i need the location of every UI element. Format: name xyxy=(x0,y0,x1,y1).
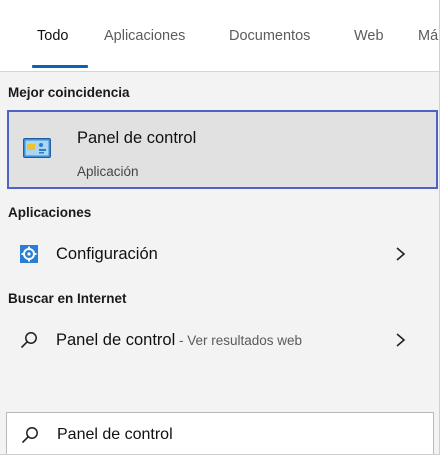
search-scope-tabs: Todo Aplicaciones Documentos Web Má xyxy=(0,0,439,72)
active-tab-indicator xyxy=(32,65,88,68)
best-match-subtitle: Aplicación xyxy=(77,164,139,179)
section-best-match-label: Mejor coincidencia xyxy=(8,85,130,100)
best-match-result[interactable]: Panel de control Aplicación xyxy=(7,110,438,189)
search-icon xyxy=(20,332,37,349)
web-result-query: Panel de control xyxy=(56,331,176,349)
app-result-label: Configuración xyxy=(56,245,158,263)
chevron-right-icon[interactable] xyxy=(394,243,408,265)
web-result[interactable]: Panel de control - Ver resultados web xyxy=(0,320,439,362)
tab-web[interactable]: Web xyxy=(354,28,384,44)
tab-todo[interactable]: Todo xyxy=(37,28,68,44)
chevron-right-icon[interactable] xyxy=(394,329,408,351)
web-result-label: Panel de control - Ver resultados web xyxy=(56,331,302,350)
app-result-configuracion[interactable]: Configuración xyxy=(0,234,439,276)
search-input[interactable]: Panel de control xyxy=(57,426,173,444)
section-web-label: Buscar en Internet xyxy=(8,291,127,306)
best-match-title: Panel de control xyxy=(77,129,197,147)
tab-more[interactable]: Má xyxy=(418,28,438,44)
web-result-suffix: - Ver resultados web xyxy=(175,333,303,348)
tab-documentos[interactable]: Documentos xyxy=(229,28,310,44)
tab-aplicaciones[interactable]: Aplicaciones xyxy=(104,28,185,44)
section-apps-label: Aplicaciones xyxy=(8,205,92,220)
search-panel: Todo Aplicaciones Documentos Web Má Mejo… xyxy=(0,0,440,455)
search-box[interactable]: Panel de control xyxy=(6,412,434,454)
control-panel-icon xyxy=(23,138,51,158)
search-icon xyxy=(21,427,38,444)
gear-icon xyxy=(20,245,38,263)
